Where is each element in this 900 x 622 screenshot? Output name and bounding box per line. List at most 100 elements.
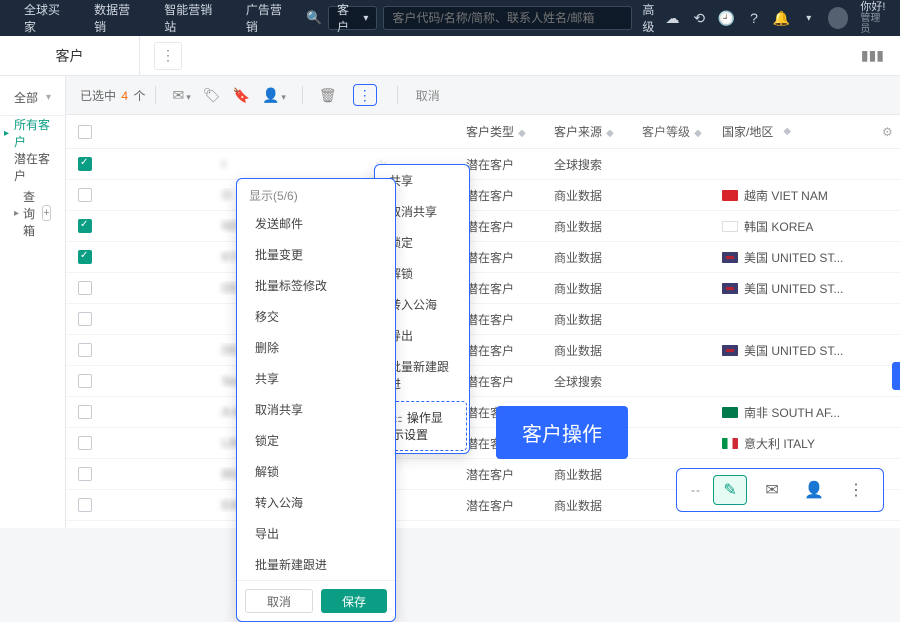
cell-type: 潜在客户 (458, 373, 546, 390)
row-checkbox[interactable] (78, 219, 92, 233)
add-query-button[interactable]: + (42, 205, 51, 221)
module-menu-button[interactable]: ⋮ (154, 42, 182, 70)
display-option-item[interactable]: 转入公海 (237, 487, 395, 518)
user-icon[interactable]: 👤 (797, 475, 831, 505)
row-action-bar: -- ✎ ✉ 👤 ⋮ (676, 468, 884, 512)
customer-table: 客户类型◆ 客户来源◆ 客户等级◆ 国家/地区◆ ⚙ r☆潜在客户全球搜索O☆潜… (66, 114, 900, 528)
display-option-item[interactable]: 解锁 (237, 456, 395, 487)
table-row[interactable]: DE IN...★潜在客户商业数据美国 UNITED ST... (66, 335, 900, 366)
table-row[interactable]: KY☆潜在客户商业数据美国 UNITED ST... (66, 242, 900, 273)
display-option-item[interactable]: 移交 (237, 301, 395, 332)
search-icon[interactable]: 🔍 (306, 10, 322, 26)
row-checkbox[interactable] (78, 374, 92, 388)
more-actions-button[interactable]: ⋮ (353, 84, 377, 106)
col-source[interactable]: 客户来源◆ (546, 123, 634, 140)
row-checkbox[interactable] (78, 498, 92, 512)
sidebar: 全部▾ 所有客户 潜在客户 ▸查询箱+ (0, 76, 66, 528)
col-level[interactable]: 客户等级◆ (634, 123, 714, 140)
refresh-icon[interactable]: ⟲ (692, 10, 707, 26)
cell-country: 意大利 ITALY (714, 435, 874, 452)
table-row[interactable]: LINE I...★潜在客户商业数据意大利 ITALY (66, 428, 900, 459)
cell-source: 商业数据 (546, 187, 634, 204)
row-checkbox[interactable] (78, 188, 92, 202)
chevron-down-icon: ▾ (363, 13, 368, 24)
display-option-item[interactable]: 批量标签修改 (237, 270, 395, 301)
bookmark-icon[interactable]: 🔖 (233, 87, 250, 104)
cloud-icon[interactable]: ☁ (665, 10, 680, 26)
row-checkbox[interactable] (78, 281, 92, 295)
cell-type: 潜在客户 (458, 187, 546, 204)
nav-data-marketing[interactable]: 数据营销 (82, 0, 152, 36)
table-row[interactable]: O☆潜在客户商业数据越南 VIET NAM (66, 180, 900, 211)
flag-icon (722, 283, 738, 294)
assign-user-icon[interactable]: 👤▾ (262, 87, 286, 104)
callout-label: 客户操作 (496, 406, 628, 459)
table-row[interactable]: ☆潜在客户商业数据 (66, 304, 900, 335)
display-option-item[interactable]: 批量变更 (237, 239, 395, 270)
right-edge-tab[interactable] (892, 362, 900, 390)
sidebar-item-all-customers[interactable]: 所有客户 (0, 116, 65, 150)
display-option-item[interactable]: 导出 (237, 518, 395, 549)
cell-country: 南非 SOUTH AF... (714, 404, 874, 421)
search-input[interactable] (383, 6, 632, 30)
col-type[interactable]: 客户类型◆ (458, 123, 546, 140)
floatbar-dash: -- (687, 483, 705, 497)
sort-icon: ◆ (518, 128, 526, 139)
table-row[interactable]: Secu...☆潜在客户全球搜索 (66, 366, 900, 397)
display-option-item[interactable]: 删除 (237, 332, 395, 363)
display-option-item[interactable]: 取消共享 (237, 394, 395, 425)
mail-icon[interactable]: ✉▾ (172, 87, 190, 104)
table-row[interactable]: r☆潜在客户全球搜索 (66, 149, 900, 180)
cell-source: 商业数据 (546, 218, 634, 235)
table-row[interactable]: A All ...☆潜在客户商业数据南非 SOUTH AF... (66, 397, 900, 428)
sidebar-item-potential-customers[interactable]: 潜在客户 (0, 150, 65, 184)
row-checkbox[interactable] (78, 312, 92, 326)
search-scope-dropdown[interactable]: 客户▾ (328, 6, 377, 30)
stats-icon[interactable]: ▮▮▮ (861, 47, 884, 64)
cancel-selection-button[interactable]: 取消 (416, 87, 440, 104)
delete-icon[interactable]: 🗑 (319, 87, 337, 104)
panel-save-button[interactable]: 保存 (321, 589, 387, 613)
tag-icon[interactable]: 🏷 (203, 87, 221, 104)
advanced-search-link[interactable]: 高级 (642, 1, 665, 35)
search-wrap: 客户▾ 🔍 高级 (328, 1, 665, 35)
clock-icon[interactable]: 🕘 (719, 10, 735, 26)
edit-icon[interactable]: ✎ (713, 475, 747, 505)
table-row[interactable]: C00000249T O - ...★潜在客户全球搜索 (66, 521, 900, 528)
cell-country: 韩国 KOREA (714, 218, 874, 235)
row-checkbox[interactable] (78, 436, 92, 450)
display-option-item[interactable]: 共享 (237, 363, 395, 394)
flag-icon (722, 345, 738, 356)
row-checkbox[interactable] (78, 157, 92, 171)
nav-ads[interactable]: 广告营销 (234, 0, 304, 36)
row-checkbox[interactable] (78, 250, 92, 264)
panel-cancel-button[interactable]: 取消 (245, 589, 313, 613)
row-checkbox[interactable] (78, 405, 92, 419)
cell-type: 潜在客户 (458, 466, 546, 483)
row-checkbox[interactable] (78, 343, 92, 357)
chevron-down-icon: ▾ (46, 92, 51, 103)
row-checkbox[interactable] (78, 467, 92, 481)
mail-icon[interactable]: ✉ (755, 475, 789, 505)
sidebar-filter-dropdown[interactable]: 全部▾ (0, 80, 65, 116)
table-row[interactable]: ND☆潜在客户商业数据韩国 KOREA (66, 211, 900, 242)
table-row[interactable]: DE IN...☆潜在客户商业数据美国 UNITED ST... (66, 273, 900, 304)
bell-icon[interactable]: 🔔 (773, 10, 789, 26)
display-option-item[interactable]: 发送邮件 (237, 208, 395, 239)
flag-icon (722, 252, 738, 263)
display-option-item[interactable]: 批量新建跟进 (237, 549, 395, 580)
display-option-item[interactable]: 锁定 (237, 425, 395, 456)
cell-name[interactable]: r (214, 157, 364, 171)
cell-type: 潜在客户 (458, 311, 546, 328)
sidebar-item-query-box[interactable]: ▸查询箱+ (0, 196, 65, 230)
more-icon[interactable]: ⋮ (839, 475, 873, 505)
help-icon[interactable]: ? (747, 10, 762, 26)
cell-type: 潜在客户 (458, 280, 546, 297)
col-country[interactable]: 国家/地区◆ (714, 123, 874, 140)
nav-smart-site[interactable]: 智能营销站 (152, 0, 234, 36)
select-all-checkbox[interactable] (78, 125, 92, 139)
nav-global-buyers[interactable]: 全球买家 (12, 0, 82, 36)
avatar[interactable] (828, 7, 848, 29)
chevron-down-icon: ▾ (801, 10, 816, 26)
table-settings-icon[interactable]: ⚙ (874, 125, 900, 139)
